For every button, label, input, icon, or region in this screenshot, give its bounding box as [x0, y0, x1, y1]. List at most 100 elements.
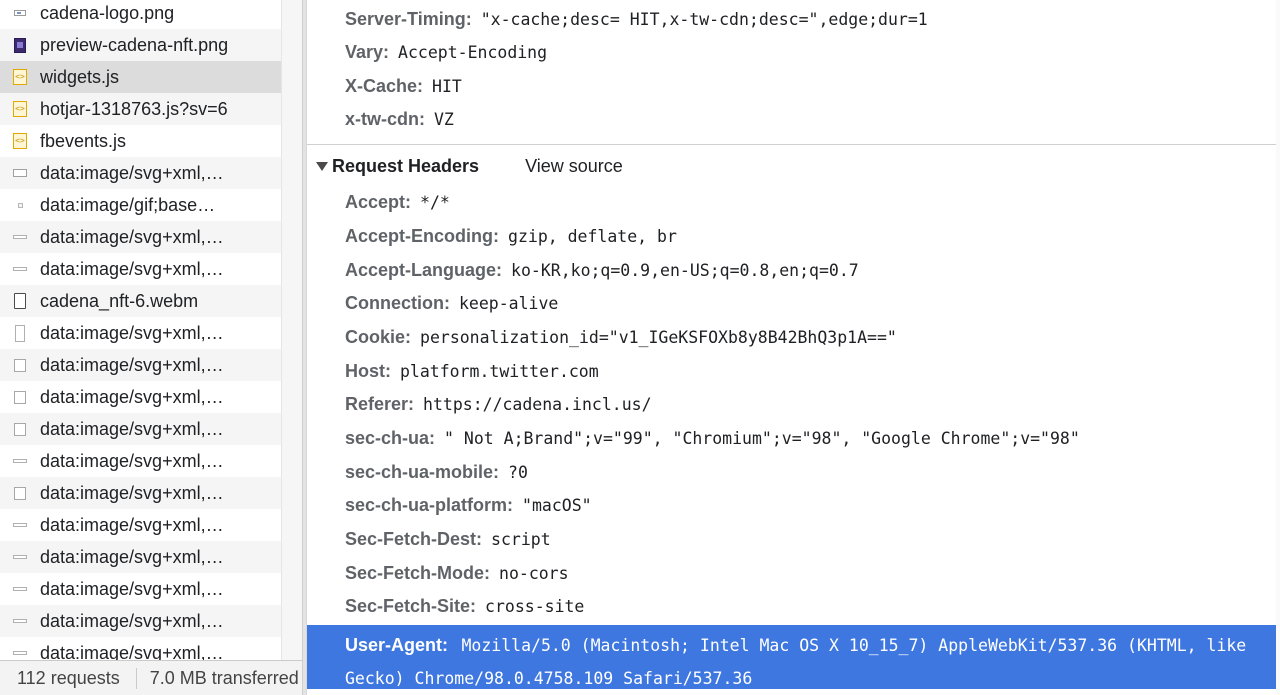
request-header-row: Sec-Fetch-Dest: script	[307, 523, 1276, 556]
request-name: preview-cadena-nft.png	[40, 34, 229, 55]
user-agent-header-row-selected[interactable]: User-Agent: Mozilla/5.0 (Macintosh; Inte…	[307, 625, 1276, 689]
request-name: cadena_nft-6.webm	[40, 290, 199, 311]
section-title[interactable]: Request Headers	[332, 156, 479, 177]
svg-file-icon	[0, 651, 40, 655]
response-header-row: x-tw-cdn: VZ	[307, 103, 1276, 136]
request-row[interactable]: data:image/gif;base…	[0, 189, 281, 221]
request-row[interactable]: data:image/svg+xml,…	[0, 605, 281, 637]
header-name: Sec-Fetch-Site:	[345, 596, 477, 616]
request-row[interactable]: cadena_nft-6.webm	[0, 285, 281, 317]
request-row[interactable]: data:image/svg+xml,…	[0, 541, 281, 573]
header-name: User-Agent:	[345, 635, 449, 655]
header-value: cross-site	[485, 597, 585, 616]
request-name: fbevents.js	[40, 130, 127, 151]
svg-file-icon	[0, 390, 40, 404]
header-value: Accept-Encoding	[398, 43, 548, 62]
headers-panel: Server-Timing: "x-cache;desc= HIT,x-tw-c…	[307, 0, 1280, 695]
request-row[interactable]: data:image/svg+xml,…	[0, 221, 281, 253]
request-row[interactable]: data:image/svg+xml,…	[0, 381, 281, 413]
request-header-row: Connection: keep-alive	[307, 287, 1276, 320]
request-name: data:image/svg+xml,…	[40, 514, 224, 535]
request-row-selected[interactable]: <> widgets.js	[0, 61, 281, 93]
header-name: sec-ch-ua-mobile:	[345, 462, 500, 482]
request-header-row: sec-ch-ua: " Not A;Brand";v="99", "Chrom…	[307, 422, 1276, 455]
request-header-row: Accept-Encoding: gzip, deflate, br	[307, 220, 1276, 253]
header-value: VZ	[434, 110, 454, 129]
request-row[interactable]: data:image/svg+xml,…	[0, 637, 281, 660]
request-list-scrollbar[interactable]	[281, 0, 302, 660]
image-file-icon	[0, 10, 40, 16]
response-header-row: X-Cache: HIT	[307, 70, 1276, 103]
request-name: cadena-logo.png	[40, 2, 175, 23]
svg-file-icon	[0, 169, 40, 177]
header-value: script	[491, 530, 551, 549]
request-header-row: Cookie: personalization_id="v1_IGeKSFOXb…	[307, 321, 1276, 354]
script-file-icon: <>	[0, 133, 40, 149]
header-name: Cookie:	[345, 327, 412, 347]
svg-file-icon	[0, 459, 40, 463]
header-name: Accept-Language:	[345, 260, 503, 280]
header-value: "x-cache;desc= HIT,x-tw-cdn;desc=",edge;…	[480, 10, 928, 29]
media-file-icon	[0, 293, 40, 309]
request-name: data:image/svg+xml,…	[40, 482, 224, 503]
svg-file-icon	[0, 555, 40, 559]
request-name: widgets.js	[40, 66, 120, 87]
header-value: */*	[420, 193, 450, 212]
disclosure-triangle-icon[interactable]	[316, 161, 328, 171]
header-name: Accept:	[345, 192, 412, 212]
svg-file-icon	[0, 619, 40, 623]
header-value: Mozilla/5.0 (Macintosh; Intel Mac OS X 1…	[461, 636, 1247, 655]
request-name: data:image/svg+xml,…	[40, 610, 224, 631]
request-row[interactable]: data:image/svg+xml,…	[0, 509, 281, 541]
view-source-link[interactable]: View source	[525, 156, 623, 177]
request-row[interactable]: <> fbevents.js	[0, 125, 281, 157]
svg-file-icon	[0, 422, 40, 436]
request-name: data:image/svg+xml,…	[40, 226, 224, 247]
request-header-row: Host: platform.twitter.com	[307, 355, 1276, 388]
header-value-continued: Gecko) Chrome/98.0.4758.109 Safari/537.3…	[345, 669, 753, 688]
header-name: Accept-Encoding:	[345, 226, 500, 246]
request-row[interactable]: data:image/svg+xml,…	[0, 349, 281, 381]
section-divider	[307, 144, 1276, 145]
request-row[interactable]: <> hotjar-1318763.js?sv=6	[0, 93, 281, 125]
header-value: platform.twitter.com	[400, 362, 599, 381]
request-row[interactable]: data:image/svg+xml,…	[0, 317, 281, 349]
header-name: sec-ch-ua:	[345, 428, 436, 448]
request-row[interactable]: cadena-logo.png	[0, 0, 281, 29]
svg-file-icon	[0, 587, 40, 591]
request-row[interactable]: data:image/svg+xml,…	[0, 573, 281, 605]
request-name: data:image/gif;base…	[40, 194, 216, 215]
request-name: data:image/svg+xml,…	[40, 258, 224, 279]
gif-file-icon	[0, 202, 40, 208]
transferred-size: 7.0 MB transferred	[149, 667, 299, 688]
header-value: HIT	[432, 77, 462, 96]
request-header-row: Accept-Language: ko-KR,ko;q=0.9,en-US;q=…	[307, 254, 1276, 287]
request-row[interactable]: data:image/svg+xml,…	[0, 477, 281, 509]
user-agent-line-2: Gecko) Chrome/98.0.4758.109 Safari/537.3…	[345, 663, 1266, 695]
header-value: personalization_id="v1_IGeKSFOXb8y8B42Bh…	[420, 328, 897, 347]
request-name: hotjar-1318763.js?sv=6	[40, 98, 228, 119]
request-name: data:image/svg+xml,…	[40, 418, 224, 439]
request-row[interactable]: data:image/svg+xml,…	[0, 157, 281, 189]
header-value: ko-KR,ko;q=0.9,en-US;q=0.8,en;q=0.7	[511, 261, 859, 280]
request-name: data:image/svg+xml,…	[40, 322, 224, 343]
headers-panel-scrollbar[interactable]	[1276, 0, 1280, 695]
request-name: data:image/svg+xml,…	[40, 386, 224, 407]
request-row[interactable]: preview-cadena-nft.png	[0, 29, 281, 61]
request-row[interactable]: data:image/svg+xml,…	[0, 413, 281, 445]
image-file-icon	[0, 37, 40, 53]
request-headers-section-header[interactable]: Request Headers View source	[307, 148, 1276, 184]
request-row[interactable]: data:image/svg+xml,…	[0, 253, 281, 285]
request-count: 112 requests	[0, 667, 137, 689]
request-name: data:image/svg+xml,…	[40, 162, 224, 183]
request-row[interactable]: data:image/svg+xml,…	[0, 445, 281, 477]
request-header-row: Sec-Fetch-Mode: no-cors	[307, 557, 1276, 590]
network-status-bar: 112 requests 7.0 MB transferred	[0, 660, 302, 695]
script-file-icon: <>	[0, 101, 40, 117]
request-name: data:image/svg+xml,…	[40, 354, 224, 375]
request-name: data:image/svg+xml,…	[40, 450, 224, 471]
svg-file-icon	[0, 324, 40, 342]
header-name: Sec-Fetch-Mode:	[345, 563, 491, 583]
header-value: keep-alive	[459, 294, 559, 313]
header-value: "macOS"	[522, 496, 592, 515]
